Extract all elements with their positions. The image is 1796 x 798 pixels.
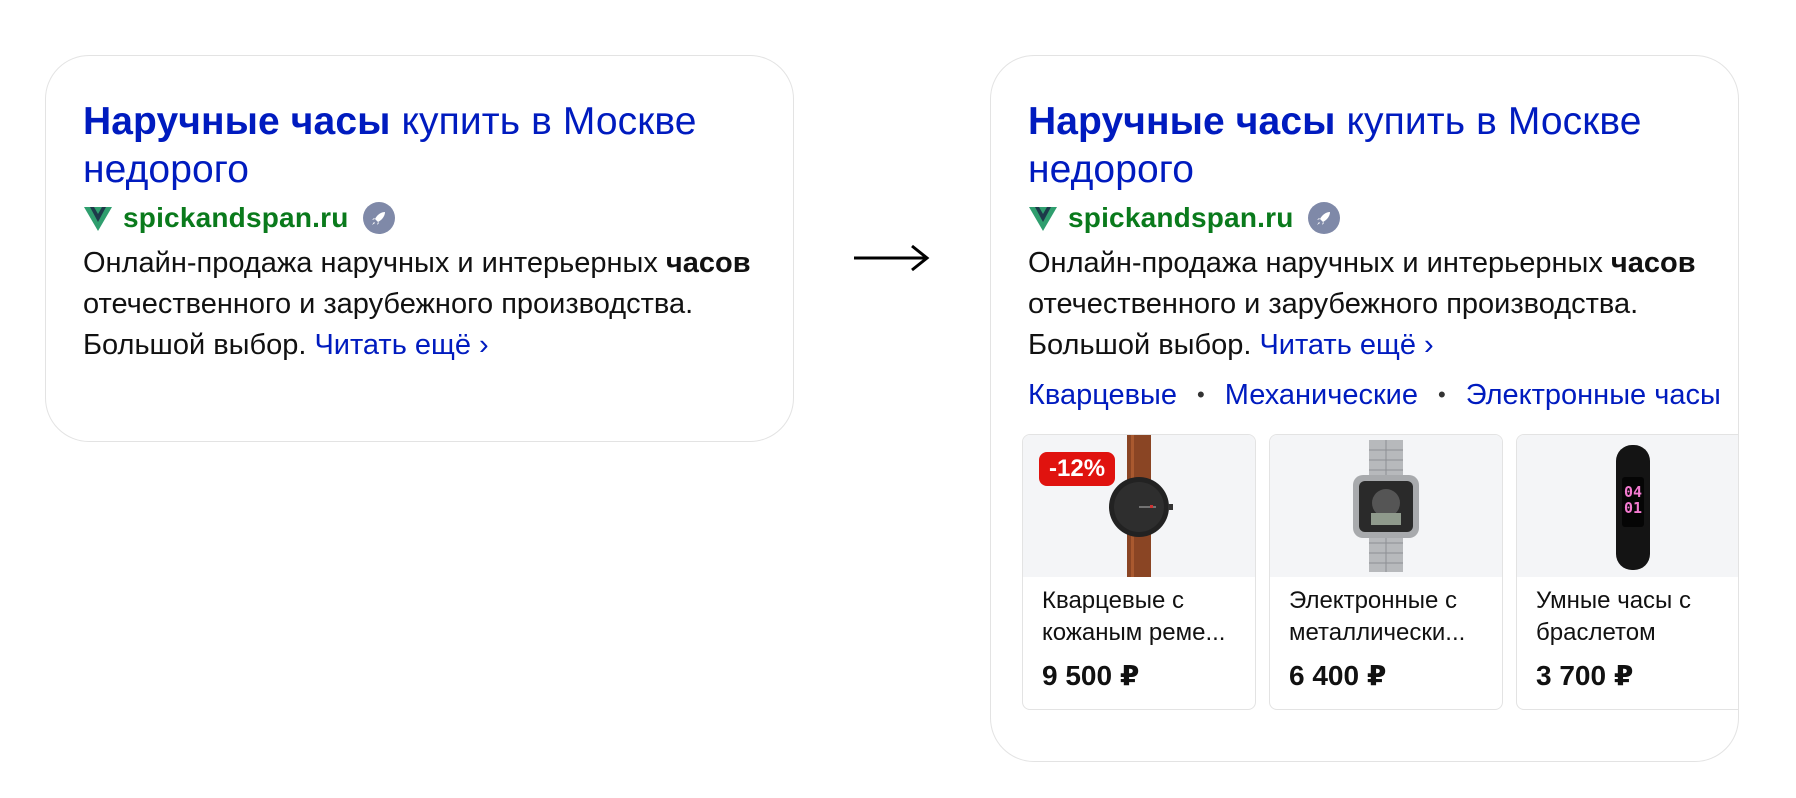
product-card[interactable]: -12% Кварцевые с кожаным реме... 9 500 ₽ bbox=[1022, 434, 1256, 710]
result-description: Онлайн-продажа наручных и интерьерных ча… bbox=[1028, 243, 1708, 366]
search-result-card-before: Наручные часы купить в Москве недорого s… bbox=[45, 55, 794, 442]
product-carousel: -12% Кварцевые с кожаным реме... 9 500 ₽ bbox=[1022, 434, 1738, 710]
rocket-icon[interactable] bbox=[1307, 202, 1340, 234]
quick-link-mechanical[interactable]: Механические bbox=[1225, 379, 1418, 412]
desc-bold: часов bbox=[665, 247, 751, 279]
product-card[interactable]: 04 01 Умные часы с браслетом 3 700 ₽ bbox=[1516, 434, 1738, 710]
site-link[interactable]: spickandspan.ru bbox=[123, 202, 349, 234]
rocket-icon-glyph bbox=[371, 212, 385, 225]
title-bold-part[interactable]: Наручные часы bbox=[83, 100, 391, 143]
vue-v-logo-icon bbox=[1029, 207, 1057, 231]
product-name[interactable]: Умные часы с браслетом bbox=[1536, 585, 1736, 649]
read-more-link[interactable]: Читать ещё › bbox=[1259, 329, 1433, 361]
site-row: spickandspan.ru bbox=[1028, 198, 1721, 238]
desc-text-1: Онлайн-продажа наручных и интерьерных bbox=[83, 247, 666, 279]
vue-v-logo-icon bbox=[84, 207, 112, 231]
product-image: 04 01 bbox=[1517, 435, 1738, 577]
svg-text:01: 01 bbox=[1624, 499, 1642, 517]
result-title-link[interactable]: Наручные часы купить в Москве недорого bbox=[1028, 98, 1708, 194]
quick-link-quartz[interactable]: Кварцевые bbox=[1028, 379, 1177, 412]
product-card[interactable]: Электронные с металлически... 6 400 ₽ bbox=[1269, 434, 1503, 710]
result-description: Онлайн-продажа наручных и интерьерных ча… bbox=[83, 243, 763, 366]
result-content: Наручные часы купить в Москве недорого s… bbox=[83, 98, 763, 366]
result-title-link[interactable]: Наручные часы купить в Москве недорого bbox=[83, 98, 763, 194]
search-result-card-after: Наручные часы купить в Москве недорого s… bbox=[990, 55, 1739, 762]
product-price: 9 500 ₽ bbox=[1042, 660, 1140, 691]
product-image: -12% bbox=[1023, 435, 1255, 577]
product-name[interactable]: Кварцевые с кожаным реме... bbox=[1042, 585, 1242, 649]
site-row: spickandspan.ru bbox=[83, 198, 763, 238]
desc-bold: часов bbox=[1610, 247, 1696, 279]
read-more-link[interactable]: Читать ещё › bbox=[314, 329, 488, 361]
right-arrow-icon bbox=[854, 244, 930, 272]
separator-dot: • bbox=[1437, 382, 1446, 407]
discount-badge: -12% bbox=[1039, 452, 1116, 486]
rocket-icon[interactable] bbox=[362, 202, 395, 234]
product-price: 6 400 ₽ bbox=[1289, 660, 1387, 691]
quick-links: Кварцевые • Механические • Электронные ч… bbox=[1028, 374, 1721, 416]
result-content: Наручные часы купить в Москве недорого s… bbox=[1028, 98, 1721, 416]
quick-link-electronic[interactable]: Электронные часы bbox=[1466, 379, 1721, 412]
product-price: 3 700 ₽ bbox=[1536, 660, 1634, 691]
title-bold-part[interactable]: Наручные часы bbox=[1028, 100, 1336, 143]
desc-text-1: Онлайн-продажа наручных и интерьерных bbox=[1028, 247, 1611, 279]
rocket-icon-glyph bbox=[1316, 212, 1330, 225]
product-name[interactable]: Электронные с металлически... bbox=[1289, 585, 1489, 649]
metal-digital-watch-icon bbox=[1353, 440, 1419, 572]
smart-band-icon: 04 01 bbox=[1616, 445, 1650, 570]
product-image bbox=[1270, 435, 1502, 577]
site-link[interactable]: spickandspan.ru bbox=[1068, 202, 1294, 234]
separator-dot: • bbox=[1197, 382, 1205, 407]
